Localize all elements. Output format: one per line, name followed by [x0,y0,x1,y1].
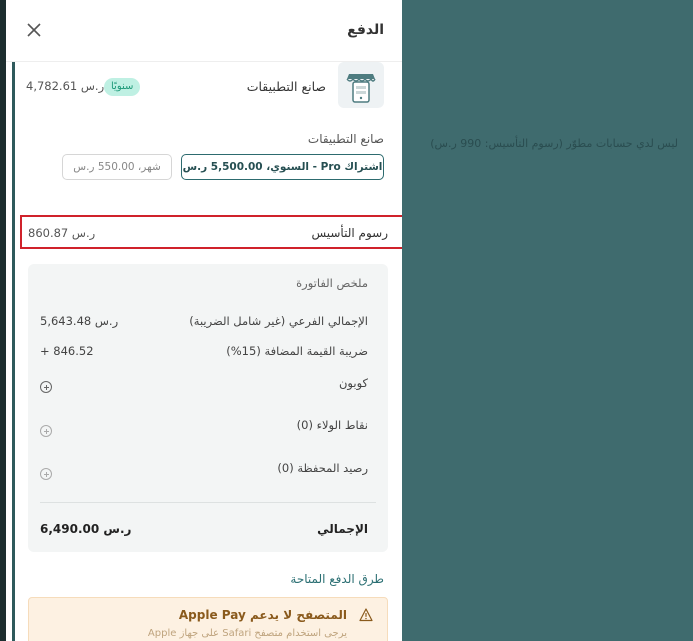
close-button[interactable] [26,22,42,38]
panel-edge-line [12,62,15,641]
checkout-panel: الدفع صانع التطبيقات سنويًا 4,782.61 ر.س… [6,0,402,641]
setup-fee-label: رسوم التأسيس [311,226,388,240]
invoice-divider [40,502,376,503]
panel-title: الدفع [347,22,384,38]
payment-methods-label: طرق الدفع المتاحة [290,572,384,586]
product-row: صانع التطبيقات سنويًا 4,782.61 ر.س [6,62,402,112]
loyalty-points-label: نقاط الولاء (0) [296,418,368,432]
setup-fee-row: رسوم التأسيس 860.87 ر.س [20,215,402,249]
invoice-title: ملخص الفاتورة [296,276,368,290]
add-coupon-icon[interactable] [40,381,52,393]
vat-label: ضريبة القيمة المضافة (15%) [226,344,368,358]
total-label: الإجمالي [317,522,368,536]
plan-option-monthly[interactable]: شهر، 550.00 ر.س [62,154,172,180]
subtotal-value: 5,643.48 ر.س [40,314,119,328]
product-name: صانع التطبيقات [246,79,326,94]
plan-option-annual[interactable]: اشتراك Pro - السنوي، 5,500.00 ر.س [181,154,384,180]
total-value: 6,490.00 ر.س [40,522,132,536]
wallet-balance-label: رصيد المحفظة (0) [277,461,368,475]
app-store-icon [346,74,376,103]
product-price: 4,782.61 ر.س [26,79,105,93]
apple-pay-warning: المتصفح لا يدعم Apple Pay يرجى استخدام م… [28,597,388,641]
vat-value: + 846.52 [40,344,94,358]
invoice-summary: ملخص الفاتورة الإجمالي الفرعي (غير شامل … [28,264,388,552]
warning-title: المتصفح لا يدعم Apple Pay [178,608,347,622]
warning-icon [359,608,373,622]
add-wallet-icon[interactable] [40,468,52,480]
coupon-label: كوبون [338,376,368,390]
close-icon [27,23,41,37]
setup-fee-value: 860.87 ر.س [28,226,96,240]
warning-subtext: يرجى استخدام متصفح Safari على جهاز Apple [147,628,347,639]
subtotal-label: الإجمالي الفرعي (غير شامل الضريبة) [189,314,368,328]
billing-period-badge: سنويًا [104,78,141,96]
product-icon [338,62,384,108]
plan-section-label: صانع التطبيقات [307,132,384,146]
background-option-text: ليس لدي حسابات مطوّر (رسوم التأسيس: 990 … [430,137,678,150]
add-loyalty-icon[interactable] [40,425,52,437]
panel-header: الدفع [6,0,402,62]
